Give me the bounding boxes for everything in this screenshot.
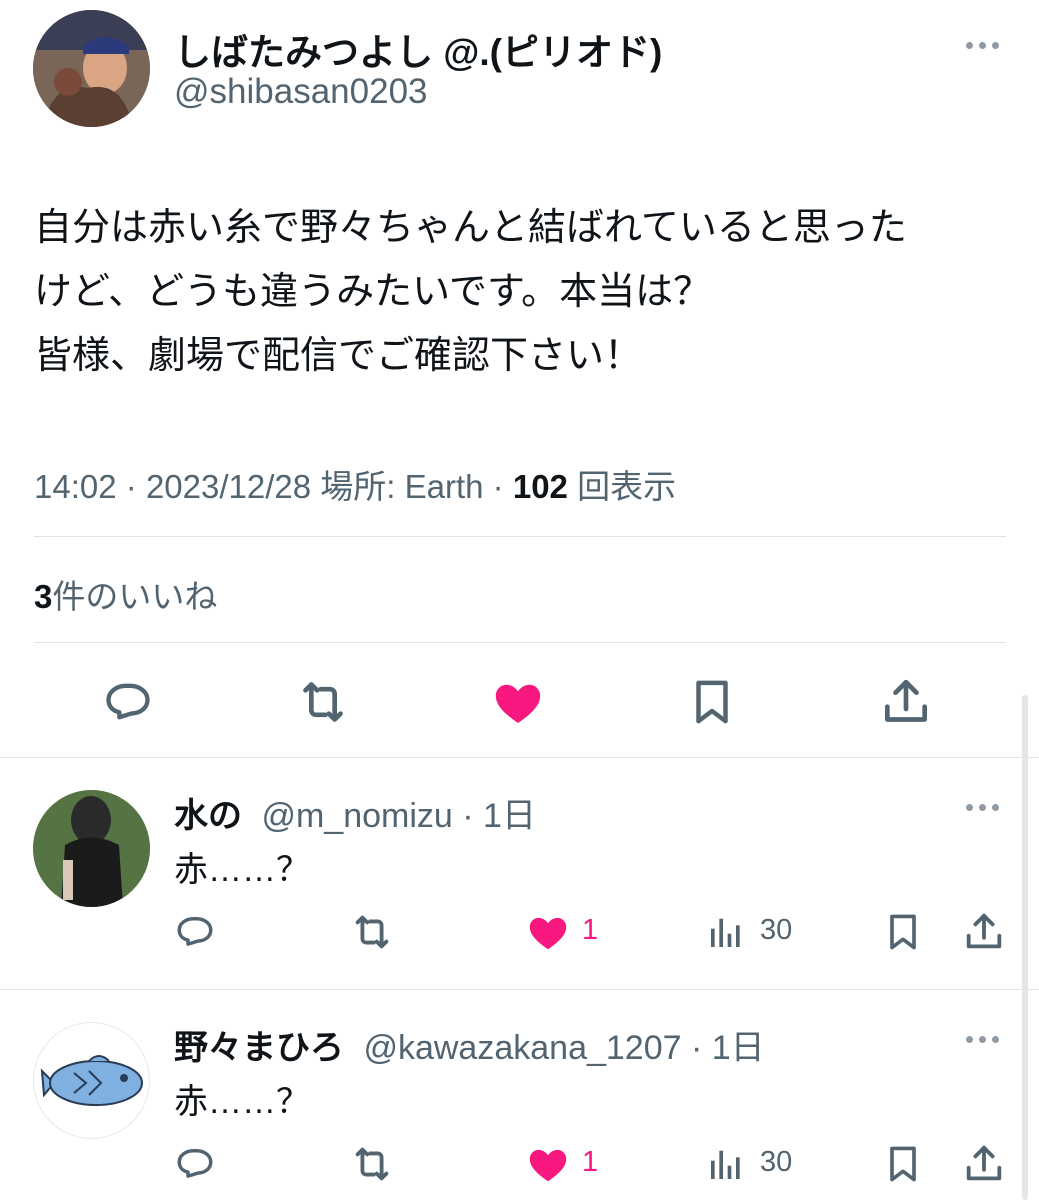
reply-author-handle[interactable]: @m_nomizu [261,797,452,835]
share-icon[interactable] [960,908,1008,956]
reply-avatar[interactable] [33,1022,150,1139]
view-count: 102 [512,468,568,505]
views-icon[interactable] [704,910,748,954]
reply-like-count: 1 [582,914,599,946]
reply-icon[interactable] [172,1140,218,1186]
like-icon[interactable] [489,673,547,731]
reply-text: 赤……？ [174,1083,310,1121]
bookmark-icon[interactable] [684,673,740,731]
share-icon[interactable] [877,673,935,731]
view-label: 回表示 [577,468,677,505]
tweet-meta: 14:02 · 2023/12/28 場所: Earth · 102 回表示 [34,468,677,505]
tweet-date[interactable]: 2023/12/28 [146,468,311,505]
reply-age[interactable]: 1日 [712,1029,765,1067]
author-handle[interactable]: @shibasan0203 [174,72,428,112]
author-avatar[interactable] [33,10,150,127]
bookmark-icon[interactable] [880,908,926,956]
reply-author-name[interactable]: 野々まひろ [174,1029,344,1067]
divider [34,536,1006,537]
reply-text: 赤……？ [174,851,310,889]
reply-author-handle[interactable]: @kawazakana_1207 [363,1029,681,1067]
author-name[interactable]: しばたみつよし @.(ピリオド) [174,22,662,76]
divider [0,989,1039,990]
tweet-body: 自分は赤い糸で野々ちゃんと結ばれていると思った けど、どうも違うみたいです。本当… [34,196,907,388]
reply-icon[interactable] [172,908,218,954]
likes-count: 3 [34,578,53,615]
tweet-time[interactable]: 14:02 [34,468,117,505]
likes-summary[interactable]: 3件のいいね [34,570,217,618]
reply-view-count: 30 [760,914,793,946]
reply-avatar-image [33,790,150,907]
tweet-body-line: けど、どうも違うみたいです。本当は？ [34,271,712,313]
reply-header: 野々まひろ @kawazakana_1207 · 1日 [174,1029,765,1067]
more-icon[interactable] [962,38,1002,52]
likes-label: 件のいいね [52,578,218,615]
retweet-icon[interactable] [348,1140,396,1188]
reply-view-count: 30 [760,1146,793,1178]
tweet-body-line: 自分は赤い糸で野々ちゃんと結ばれていると思った [34,207,907,249]
divider [0,757,1039,758]
fish-icon [40,1055,143,1106]
reply-avatar[interactable] [33,790,150,907]
tweet-body-line: 皆様、劇場で配信でご確認下さい！ [34,335,643,377]
reply-author-name[interactable]: 水の [174,797,242,835]
scrollbar[interactable] [1022,695,1028,1200]
views-icon[interactable] [704,1142,748,1186]
like-icon[interactable] [524,908,572,956]
author-avatar-image [33,10,150,127]
reply-icon[interactable] [100,673,156,729]
tweet-location[interactable]: 場所: Earth [320,468,483,505]
like-icon[interactable] [524,1140,572,1188]
reply-header: 水の @m_nomizu · 1日 [174,797,536,835]
more-icon[interactable] [962,800,1002,814]
reply-like-count: 1 [582,1146,599,1178]
share-icon[interactable] [960,1140,1008,1188]
divider [34,642,1006,643]
reply-age[interactable]: 1日 [483,797,536,835]
bookmark-icon[interactable] [880,1140,926,1188]
more-icon[interactable] [962,1032,1002,1046]
retweet-icon[interactable] [294,673,352,731]
retweet-icon[interactable] [348,908,396,956]
